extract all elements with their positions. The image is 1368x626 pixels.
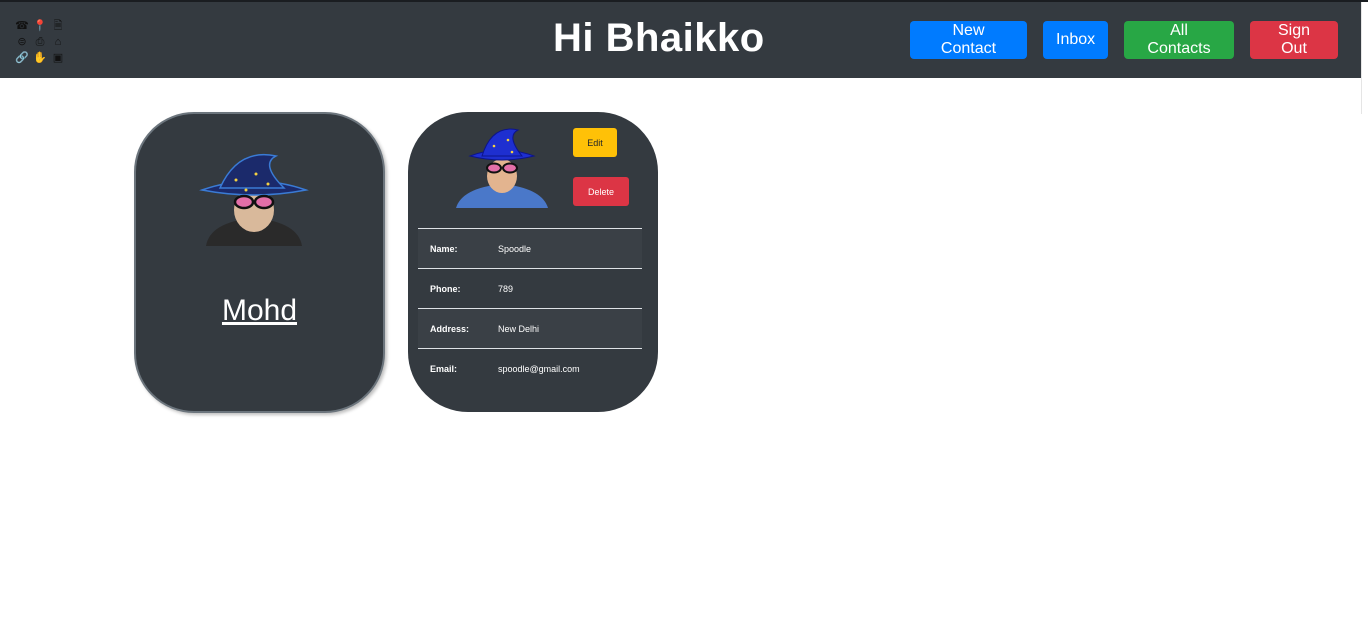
profile-name[interactable]: Mohd	[136, 294, 383, 328]
contact-row-email: Email: spoodle@gmail.com	[418, 348, 642, 388]
contact-details-table: Name: Spoodle Phone: 789 Address: New De…	[418, 228, 642, 388]
contact-card: Edit Delete Name: Spoodle Phone: 789 Add…	[408, 112, 658, 412]
field-value: spoodle@gmail.com	[498, 363, 580, 374]
new-contact-button[interactable]: New Contact	[910, 21, 1027, 59]
page-title: Hi Bhaikko	[553, 16, 765, 60]
profile-card: Mohd	[134, 112, 385, 413]
contact-avatar	[456, 128, 548, 208]
contact-row-phone: Phone: 789	[418, 268, 642, 308]
edit-contact-button[interactable]: Edit	[573, 128, 617, 157]
field-value: New Delhi	[498, 323, 540, 334]
at-sign-icon: ⊜	[17, 36, 27, 48]
location-pin-icon: 📍	[33, 20, 47, 32]
inbox-button[interactable]: Inbox	[1043, 21, 1108, 59]
document-icon: 🗎	[53, 20, 63, 32]
field-value: 789	[498, 283, 514, 294]
app-logo[interactable]: ☎ 📍 🗎 ⊜ ⎙ ⌂ 🔗 ✋ ▣	[14, 18, 64, 66]
top-navbar: ☎ 📍 🗎 ⊜ ⎙ ⌂ 🔗 ✋ ▣ Hi Bhaikko New Contact…	[0, 2, 1361, 78]
field-label: Name:	[430, 243, 458, 254]
contact-row-address: Address: New Delhi	[418, 308, 642, 348]
field-label: Phone:	[430, 283, 461, 294]
contact-row-name: Name: Spoodle	[418, 228, 642, 268]
delete-contact-button[interactable]: Delete	[573, 177, 629, 206]
link-icon: 🔗	[15, 52, 29, 64]
id-card-icon: ▣	[52, 52, 64, 64]
field-label: Address:	[430, 323, 470, 334]
scrollbar[interactable]	[1361, 2, 1368, 114]
printer-icon: ⎙	[35, 36, 45, 48]
field-label: Email:	[430, 363, 458, 374]
profile-avatar	[199, 154, 309, 246]
phone-icon: ☎	[15, 20, 29, 32]
hand-icon: ✋	[33, 52, 47, 64]
field-value: Spoodle	[498, 243, 532, 254]
home-icon: ⌂	[54, 36, 62, 48]
all-contacts-button[interactable]: All Contacts	[1124, 21, 1234, 59]
sign-out-button[interactable]: Sign Out	[1250, 21, 1338, 59]
